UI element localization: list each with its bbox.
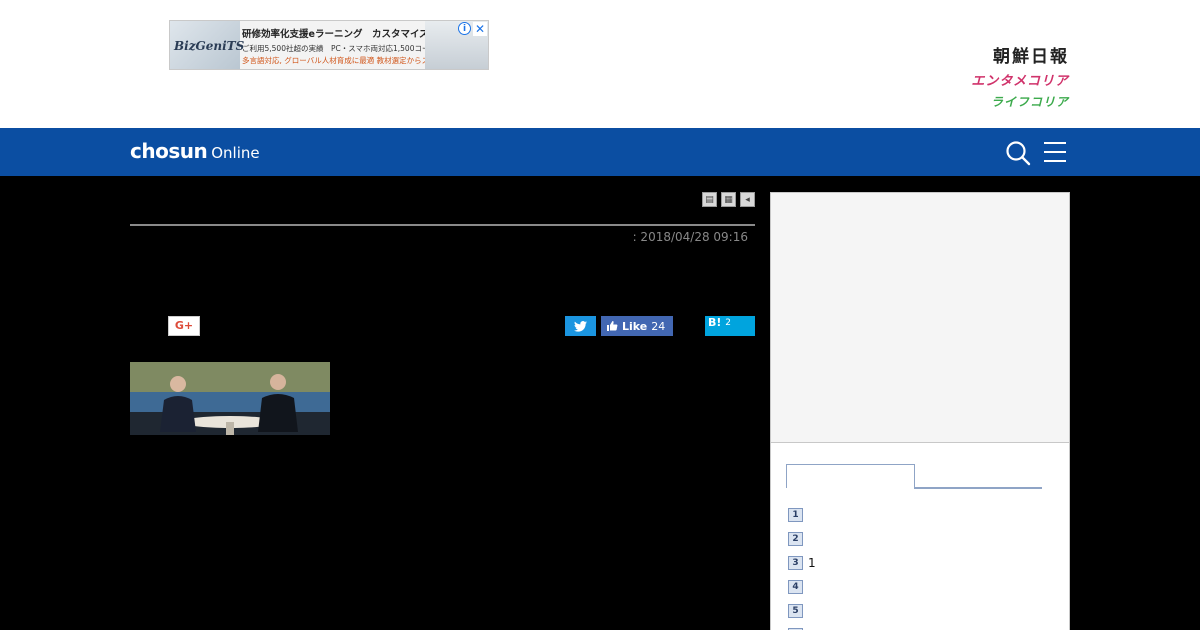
twitter-button[interactable]	[565, 316, 596, 336]
rank-title: 1	[808, 556, 816, 570]
brand-lifecorea-link[interactable]: ライフコリア	[991, 93, 1069, 110]
rank-number: 5	[788, 604, 803, 618]
brand-chosun-link[interactable]: 朝鮮日報	[993, 42, 1069, 67]
rank-number: 4	[788, 580, 803, 594]
hatena-label: B!	[708, 316, 722, 329]
ranking-item[interactable]: 5	[788, 599, 1048, 623]
photo-scene	[130, 362, 330, 435]
google-plus-button[interactable]: G+	[168, 316, 200, 336]
hatena-bookmark-button[interactable]: B! 2	[705, 316, 755, 336]
fb-like-label: Like	[622, 319, 648, 333]
print-icon[interactable]: ▤	[702, 192, 717, 207]
ad-logo: BizGeniTS	[174, 39, 245, 53]
ranking-item[interactable]: 3 1	[788, 551, 1048, 575]
hatena-count: 2	[725, 318, 731, 328]
ranking-tabs	[786, 464, 1042, 489]
article-photo[interactable]	[130, 362, 330, 435]
site-logo[interactable]: chosun Online	[130, 139, 260, 163]
article-tools: ▤ ▦ ◂	[702, 192, 755, 207]
thumbs-up-icon	[607, 321, 618, 331]
tab-ranking-active[interactable]	[786, 464, 915, 488]
nav-bar: chosun Online	[0, 128, 1200, 176]
ranking-item[interactable]: 2	[788, 527, 1048, 551]
tab-ranking-inactive[interactable]	[914, 487, 1042, 489]
ranking-item[interactable]: 6	[788, 623, 1048, 630]
rank-number: 2	[788, 532, 803, 546]
twitter-bird-icon	[574, 320, 587, 332]
top-header: BizGeniTS 研修効率化支援eラーニング カスタマイズ, オリジナルコース…	[0, 0, 1200, 128]
sidebar-ad-slot[interactable]	[771, 193, 1069, 443]
rank-number: 1	[788, 508, 803, 522]
fb-like-count: 24	[651, 319, 666, 333]
ranking-item[interactable]: 4	[788, 575, 1048, 599]
ranking-list: 1 2 3 1 4 5 6	[788, 503, 1048, 630]
brand-entamecorea-link[interactable]: エンタメコリア	[971, 70, 1069, 89]
font-size-icon[interactable]: ▦	[721, 192, 736, 207]
article-divider	[130, 224, 755, 226]
back-icon[interactable]: ◂	[740, 192, 755, 207]
ad-close-icon[interactable]: ✕	[473, 22, 487, 36]
search-icon[interactable]	[1005, 140, 1031, 166]
logo-sub: Online	[211, 144, 260, 162]
menu-icon[interactable]	[1043, 141, 1067, 163]
rank-number: 3	[788, 556, 803, 570]
ranking-item[interactable]: 1	[788, 503, 1048, 527]
sidebar: 1 2 3 1 4 5 6	[770, 192, 1070, 630]
article-date: : 2018/04/28 09:16	[632, 230, 748, 244]
ad-info-icon[interactable]: i	[458, 22, 471, 35]
logo-main: chosun	[130, 139, 208, 163]
facebook-like-button[interactable]: Like 24	[601, 316, 673, 336]
banner-ad[interactable]: BizGeniTS 研修効率化支援eラーニング カスタマイズ, オリジナルコース…	[169, 20, 489, 70]
